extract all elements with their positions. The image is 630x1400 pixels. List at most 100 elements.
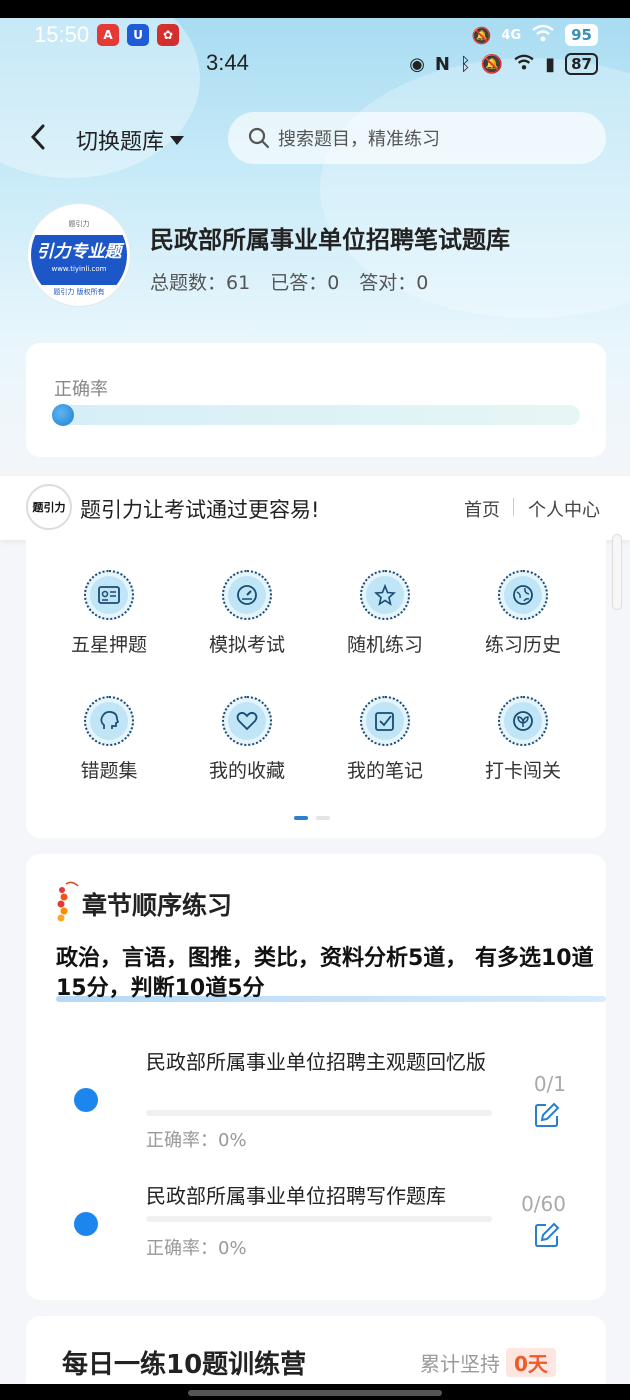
status-dot (74, 1212, 98, 1236)
feature-grid: 五星押题 模拟考试 随机练习 练习历史 错题集 我的收藏 我的笔记 打卡闯关 (26, 540, 606, 838)
shield-app-icon: U (127, 24, 150, 46)
chevron-left-icon (30, 124, 45, 150)
nfc-icon: N (434, 53, 450, 75)
item-progress-bar (146, 1216, 492, 1222)
outer-clock: 15:50 (34, 22, 90, 47)
bank-stats: 总题数：61 已答：0 答对：0 (150, 268, 428, 295)
edit-icon[interactable] (534, 1222, 560, 1248)
mute-bell-icon: 🔕 (471, 25, 492, 45)
system-top-edge (0, 0, 630, 18)
status-dot (74, 1088, 98, 1112)
wifi-icon (513, 54, 535, 75)
page-indicator (294, 816, 330, 820)
search-input[interactable]: 搜索题目，精准练习 (228, 112, 606, 164)
promo-slogan: 题引力让考试通过更容易! (80, 498, 320, 522)
id-card-icon (84, 570, 134, 620)
inner-clock: 3:44 (206, 50, 249, 75)
persist-counter: 累计坚持 0天 (420, 1348, 556, 1377)
feature-random-practice[interactable]: 随机练习 (316, 570, 454, 680)
scrollbar[interactable] (612, 534, 622, 610)
feature-label: 五星押题 (70, 634, 147, 656)
feature-label: 我的笔记 (346, 760, 423, 782)
mute-bell-icon: 🔕 (480, 53, 504, 75)
feature-label: 随机练习 (346, 634, 423, 656)
inner-battery: 87 (565, 53, 598, 75)
list-item[interactable]: 民政部所属事业单位招聘主观题回忆版 正确率：0% 0/1 (26, 1044, 606, 1154)
item-progress-bar (146, 1110, 492, 1116)
item-title: 民政部所属事业单位招聘主观题回忆版 (146, 1050, 486, 1074)
search-placeholder: 搜索题目，精准练习 (278, 129, 440, 150)
edit-icon[interactable] (534, 1102, 560, 1128)
item-title: 民政部所属事业单位招聘写作题库 (146, 1184, 446, 1208)
correct-count: 答对：0 (359, 272, 429, 294)
app-notification-icon: A (97, 24, 120, 46)
feature-mock-exam[interactable]: 模拟考试 (178, 570, 316, 680)
persist-label: 累计坚持 (420, 1352, 500, 1376)
logo-top-text: 题引力 (68, 220, 90, 228)
red-app-icon: ✿ (157, 24, 180, 46)
list-item[interactable]: 民政部所属事业单位招聘写作题库 正确率：0% 0/60 (26, 1182, 606, 1272)
page-dot-active (294, 816, 308, 820)
feature-label: 错题集 (80, 760, 138, 782)
feature-label: 模拟考试 (208, 634, 285, 656)
heart-icon (222, 696, 272, 746)
daily-title: 每日一练10题训练营 (62, 1350, 307, 1380)
feature-favorites[interactable]: 我的收藏 (178, 696, 316, 806)
item-accuracy: 正确率：0% (146, 1130, 247, 1151)
feature-practice-history[interactable]: 练习历史 (454, 570, 592, 680)
persist-days-badge: 0天 (506, 1348, 556, 1377)
alert-icon: ▮ (545, 53, 556, 75)
bank-logo: 题引力 引力专业题 www.tiyinli.com 题引力 版权所有 (28, 204, 130, 306)
navigation-bar: 切换题库 搜索题目，精准练习 (0, 110, 630, 166)
checkbox-icon (360, 696, 410, 746)
back-button[interactable] (28, 122, 48, 158)
shuffle-star-icon (360, 570, 410, 620)
feature-label: 练习历史 (484, 634, 561, 656)
item-count: 0/60 (521, 1192, 566, 1216)
caret-down-icon (170, 135, 185, 145)
home-link[interactable]: 首页 (464, 496, 500, 522)
accuracy-label: 正确率 (54, 379, 108, 400)
search-icon (248, 127, 270, 149)
outer-status-icons: 🔕 4G 95 (471, 20, 598, 50)
item-count: 0/1 (533, 1072, 566, 1096)
feature-five-star[interactable]: 五星押题 (40, 570, 178, 680)
tiyinli-logo: 题引力 (26, 484, 72, 530)
logo-url-text: www.tiyinli.com (51, 265, 107, 273)
globe-icon (498, 570, 548, 620)
bluetooth-icon: ᛒ (459, 53, 471, 75)
answered-count: 已答：0 (270, 272, 340, 294)
logo-main-text: 引力专业题 (36, 242, 122, 262)
outer-status-bar: 15:50 A U ✿ (34, 20, 180, 50)
switch-bank-dropdown[interactable]: 切换题库 (76, 124, 185, 156)
feature-notes[interactable]: 我的笔记 (316, 696, 454, 806)
head-icon (84, 696, 134, 746)
logo-bottom-text: 题引力 版权所有 (53, 288, 105, 296)
accuracy-card: 正确率 (26, 343, 606, 457)
accuracy-progress-handle (52, 404, 74, 426)
item-accuracy: 正确率：0% (146, 1238, 247, 1259)
divider (513, 498, 514, 516)
page-dot (316, 816, 330, 820)
promo-logo-text: 题引力 (32, 501, 66, 514)
bank-title: 民政部所属事业单位招聘笔试题库 (150, 226, 510, 254)
feature-checkin[interactable]: 打卡闯关 (454, 696, 592, 806)
leaf-icon (498, 696, 548, 746)
promo-bar: 题引力 题引力让考试通过更容易! 首页 个人中心 (0, 476, 630, 540)
feature-label: 打卡闯关 (484, 760, 561, 782)
cell-signal-icon: 4G (501, 27, 522, 43)
home-indicator[interactable] (188, 1390, 442, 1396)
feature-wrong-questions[interactable]: 错题集 (40, 696, 178, 806)
chapter-description: 政治，言语，图推，类比，资料分析5道， 有多选10道15分，判断10道5分 (56, 946, 594, 1001)
chapter-practice-card: 章节顺序练习 政治，言语，图推，类比，资料分析5道， 有多选10道15分，判断1… (26, 854, 606, 1300)
switch-bank-label: 切换题库 (76, 130, 165, 155)
total-questions: 总题数：61 (150, 272, 251, 294)
inner-status-icons: ◉ N ᛒ 🔕 ▮ 87 (409, 50, 598, 78)
firecracker-icon (57, 881, 79, 922)
personal-center-link[interactable]: 个人中心 (528, 496, 600, 522)
wifi-icon (531, 24, 555, 46)
chapter-title: 章节顺序练习 (82, 891, 233, 920)
eye-icon: ◉ (409, 53, 425, 75)
outer-battery: 95 (565, 24, 598, 46)
gauge-icon (222, 570, 272, 620)
